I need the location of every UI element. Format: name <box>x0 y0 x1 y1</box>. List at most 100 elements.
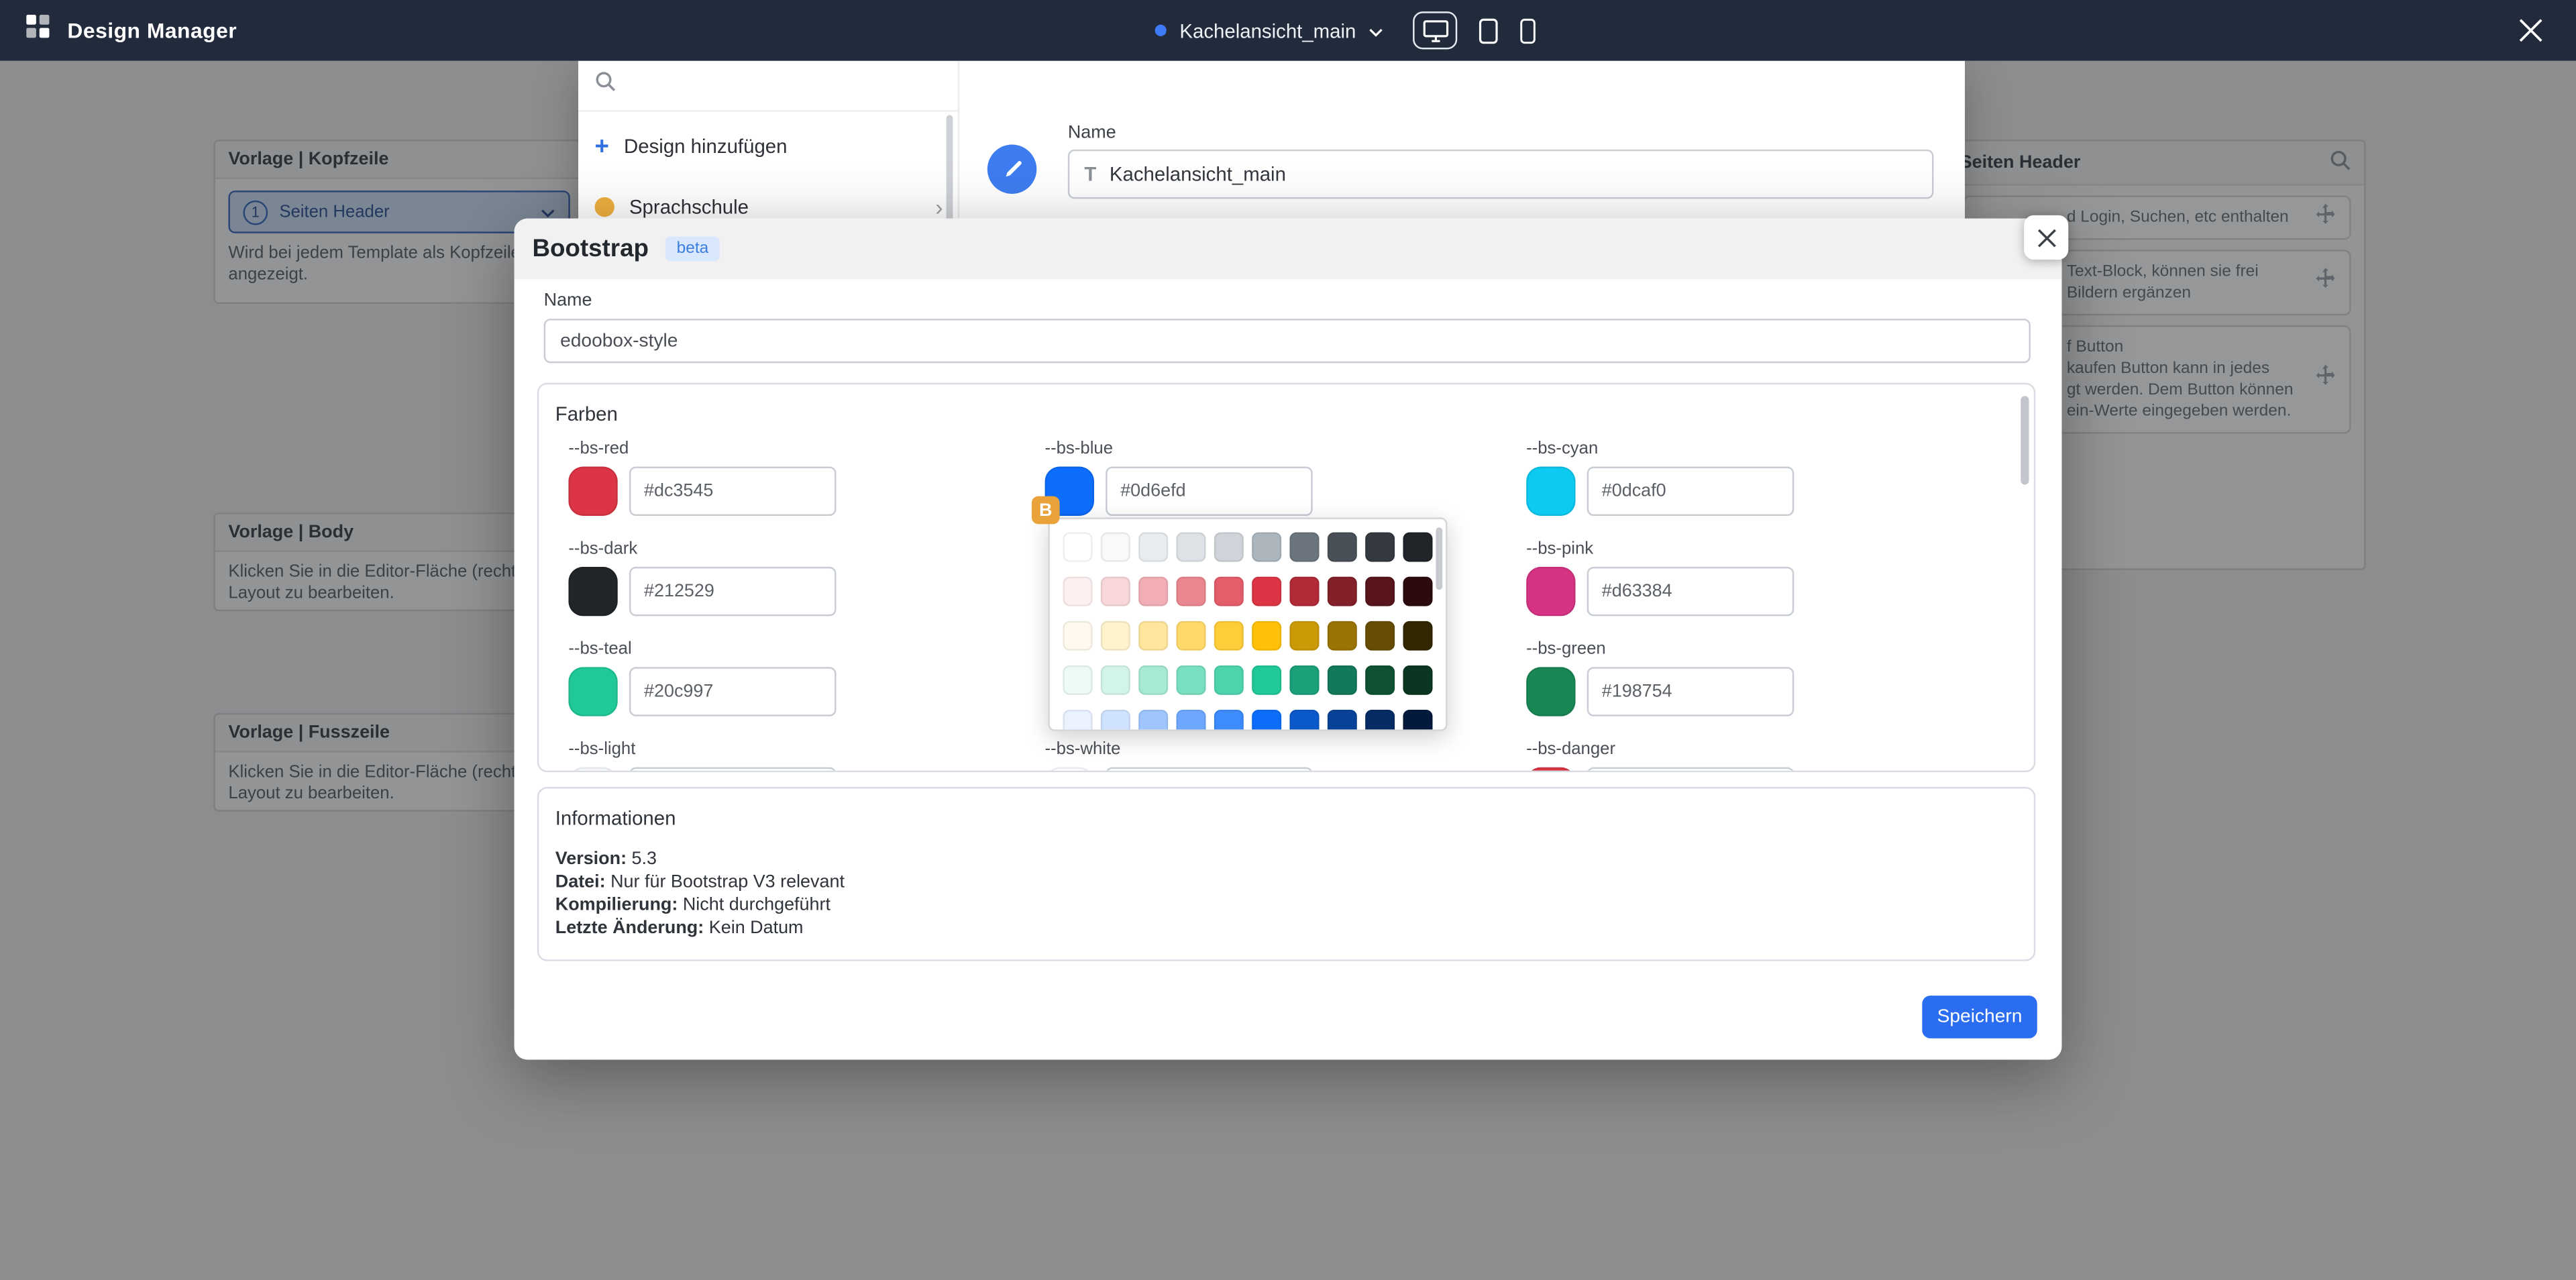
color-swatch[interactable] <box>1045 767 1094 772</box>
picker-swatch[interactable] <box>1289 577 1319 606</box>
picker-swatch[interactable] <box>1328 532 1357 562</box>
picker-swatch[interactable] <box>1101 665 1130 695</box>
beta-badge: beta <box>665 237 720 262</box>
color-hex-input[interactable] <box>629 467 837 516</box>
color-swatch[interactable] <box>568 767 617 772</box>
add-design-button[interactable]: + Design hinzufügen <box>578 125 959 168</box>
color-hex-input[interactable] <box>1587 567 1794 616</box>
desktop-preview-button[interactable] <box>1413 11 1457 49</box>
picker-swatch[interactable] <box>1176 710 1205 731</box>
color-swatch[interactable] <box>568 567 617 616</box>
picker-swatch[interactable] <box>1138 621 1168 651</box>
color-swatch[interactable] <box>568 667 617 716</box>
mobile-preview-button[interactable] <box>1519 17 1536 44</box>
picker-swatch[interactable] <box>1063 665 1092 695</box>
picker-swatch[interactable] <box>1176 577 1205 606</box>
picker-swatch[interactable] <box>1101 577 1130 606</box>
picker-swatch[interactable] <box>1289 621 1319 651</box>
info-line-aenderung: Letzte Änderung: Kein Datum <box>555 917 845 940</box>
picker-swatch[interactable] <box>1214 665 1244 695</box>
picker-swatch[interactable] <box>1063 621 1092 651</box>
picker-swatch[interactable] <box>1403 665 1432 695</box>
picker-swatch[interactable] <box>1138 577 1168 606</box>
picker-swatch[interactable] <box>1403 577 1432 606</box>
picker-swatch[interactable] <box>1214 532 1244 562</box>
pencil-icon <box>1002 158 1023 180</box>
picker-swatch[interactable] <box>1101 710 1130 731</box>
picker-swatch[interactable] <box>1214 710 1244 731</box>
picker-swatch[interactable] <box>1365 532 1395 562</box>
color-field-bs-green: --bs-green <box>1526 639 1994 716</box>
color-hex-input[interactable] <box>629 767 837 772</box>
color-hex-input[interactable] <box>1587 667 1794 716</box>
picker-swatch[interactable] <box>1252 621 1281 651</box>
chevron-right-icon: › <box>935 195 943 218</box>
picker-swatch[interactable] <box>1365 710 1395 731</box>
picker-swatch[interactable] <box>1252 710 1281 731</box>
picker-swatch[interactable] <box>1176 532 1205 562</box>
close-design-manager-button[interactable] <box>2517 0 2545 61</box>
color-hex-input[interactable] <box>629 667 837 716</box>
picker-swatch[interactable] <box>1365 621 1395 651</box>
picker-swatch[interactable] <box>1252 665 1281 695</box>
picker-swatch[interactable] <box>1063 710 1092 731</box>
color-swatch[interactable] <box>1526 467 1575 516</box>
picker-swatch[interactable] <box>1328 710 1357 731</box>
color-swatch[interactable] <box>568 467 617 516</box>
picker-swatch[interactable] <box>1328 621 1357 651</box>
color-var-label: --bs-pink <box>1526 539 1994 558</box>
picker-swatch[interactable] <box>1138 665 1168 695</box>
picker-swatch[interactable] <box>1176 665 1205 695</box>
color-field-bs-cyan: --bs-cyan <box>1526 439 1994 516</box>
picker-swatch[interactable] <box>1289 665 1319 695</box>
color-swatch[interactable] <box>1526 667 1575 716</box>
picker-swatch[interactable] <box>1138 532 1168 562</box>
picker-swatch[interactable] <box>1403 532 1432 562</box>
view-selector[interactable]: Kachelansicht_main <box>1155 0 1384 61</box>
picker-swatch[interactable] <box>1101 532 1130 562</box>
design-name-input[interactable] <box>1110 162 1917 185</box>
color-var-label: --bs-red <box>568 439 1036 458</box>
design-search-input[interactable] <box>629 76 941 95</box>
design-manager-app: Design Manager Kachelansicht_main <box>0 0 2576 1280</box>
modal-header: Bootstrap beta <box>515 219 2062 280</box>
color-field-bs-teal: --bs-teal <box>568 639 1036 716</box>
color-hex-input[interactable] <box>1587 467 1794 516</box>
colors-section-title: Farben <box>555 403 618 425</box>
color-hex-input[interactable] <box>629 567 837 616</box>
style-name-input[interactable] <box>544 319 2031 363</box>
picker-swatch[interactable] <box>1289 710 1319 731</box>
picker-swatch[interactable] <box>1365 577 1395 606</box>
picker-swatch[interactable] <box>1328 665 1357 695</box>
info-section-title: Informationen <box>555 806 676 829</box>
picker-swatch[interactable] <box>1138 710 1168 731</box>
picker-swatch[interactable] <box>1289 532 1319 562</box>
picker-swatch[interactable] <box>1101 621 1130 651</box>
picker-swatch[interactable] <box>1328 577 1357 606</box>
picker-swatch[interactable] <box>1252 577 1281 606</box>
picker-swatch[interactable] <box>1252 532 1281 562</box>
color-swatch[interactable] <box>1526 767 1575 772</box>
color-hex-input[interactable] <box>1106 767 1313 772</box>
picker-swatch[interactable] <box>1214 577 1244 606</box>
picker-swatch[interactable] <box>1403 710 1432 731</box>
color-var-label: --bs-light <box>568 739 1036 759</box>
picker-swatch[interactable] <box>1063 532 1092 562</box>
tablet-preview-button[interactable] <box>1479 17 1498 44</box>
info-line-kompilierung: Kompilierung: Nicht durchgeführt <box>555 894 845 916</box>
picker-swatch[interactable] <box>1063 577 1092 606</box>
picker-swatch[interactable] <box>1365 665 1395 695</box>
color-hex-input[interactable] <box>1106 467 1313 516</box>
modal-close-button[interactable] <box>2024 215 2068 260</box>
edit-design-button[interactable] <box>987 145 1036 194</box>
add-design-label: Design hinzufügen <box>624 135 787 158</box>
color-picker-scrollbar[interactable] <box>1436 527 1442 590</box>
colors-scrollbar[interactable] <box>2021 396 2029 484</box>
picker-swatch[interactable] <box>1403 621 1432 651</box>
color-swatch[interactable] <box>1526 567 1575 616</box>
save-button[interactable]: Speichern <box>1922 996 2037 1038</box>
picker-swatch[interactable] <box>1214 621 1244 651</box>
color-hex-input[interactable] <box>1587 767 1794 772</box>
picker-swatch[interactable] <box>1176 621 1205 651</box>
color-var-label: --bs-green <box>1526 639 1994 659</box>
